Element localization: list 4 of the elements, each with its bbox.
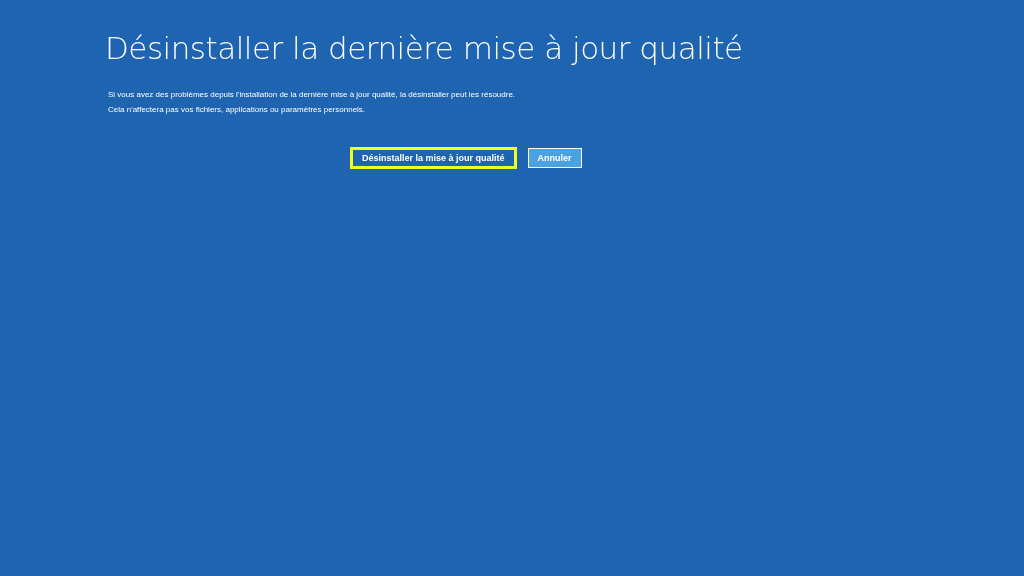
page-title: Désinstaller la dernière mise à jour qualité bbox=[105, 29, 744, 68]
description-text: Si vous avez des problèmes depuis l'installation de la dernière mise à jour qualité, la désinstaller peut les résoudre. bbox=[108, 89, 517, 101]
uninstall-button[interactable]: Désinstaller la mise à jour qualité bbox=[350, 147, 517, 169]
description-text: Cela n'affectera pas vos fichiers, applications ou paramètres personnels. bbox=[108, 104, 367, 116]
